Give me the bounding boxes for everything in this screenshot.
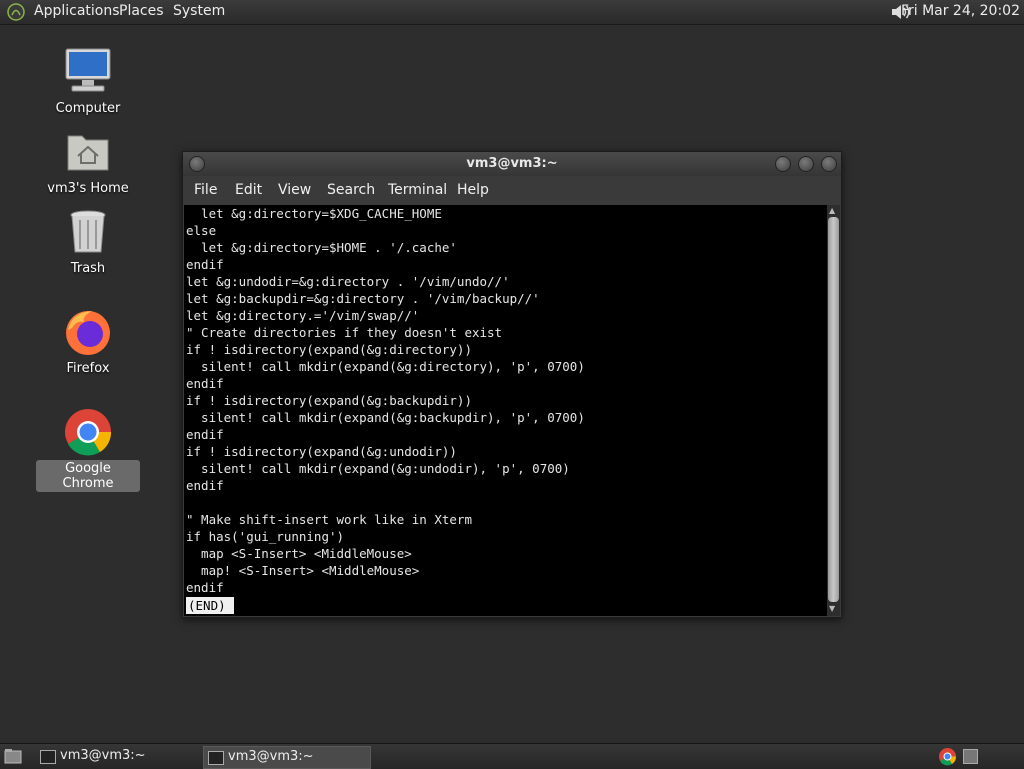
taskbar-item-terminal-1[interactable]: vm3@vm3:~ (36, 746, 196, 767)
menu-help[interactable]: Help (457, 182, 489, 198)
pager-status: (END) (186, 597, 234, 614)
places-menu[interactable]: Places (119, 3, 164, 19)
bottom-panel: vm3@vm3:~ vm3@vm3:~ (0, 743, 1024, 769)
terminal-window[interactable]: vm3@vm3:~ File Edit View Search Terminal… (182, 151, 842, 618)
terminal-icon (208, 751, 224, 765)
desktop-icon-label: Google Chrome (36, 460, 140, 492)
minimize-button[interactable] (775, 156, 791, 172)
menu-terminal[interactable]: Terminal (388, 182, 447, 198)
scroll-down-icon[interactable]: ▼ (829, 604, 835, 613)
tray-chrome-icon[interactable] (938, 747, 957, 766)
terminal-icon (40, 750, 56, 764)
applications-menu[interactable]: Applications (34, 3, 120, 19)
desktop-icon-label: vm3's Home (47, 181, 129, 196)
mate-logo-icon[interactable] (7, 3, 25, 21)
chrome-icon (65, 409, 112, 456)
terminal-menubar: File Edit View Search Terminal Help (183, 176, 841, 205)
system-menu[interactable]: System (173, 3, 225, 19)
firefox-icon (66, 311, 110, 355)
menu-file[interactable]: File (194, 182, 217, 198)
scrollbar-thumb[interactable] (828, 217, 839, 602)
trash-icon (70, 210, 106, 253)
desktop-icon-firefox[interactable]: Firefox (36, 306, 140, 377)
desktop-icon-label: Firefox (66, 361, 110, 376)
task-label: vm3@vm3:~ (60, 748, 146, 763)
desktop-icon-label: Computer (55, 101, 121, 116)
desktop-icon-home[interactable]: vm3's Home (36, 126, 140, 197)
menu-edit[interactable]: Edit (235, 182, 262, 198)
taskbar-item-terminal-2[interactable]: vm3@vm3:~ (203, 746, 371, 769)
scroll-up-icon[interactable]: ▲ (829, 206, 835, 215)
clock[interactable]: Fri Mar 24, 20:02 (901, 3, 1020, 19)
window-titlebar[interactable]: vm3@vm3:~ (183, 152, 841, 176)
window-title: vm3@vm3:~ (466, 156, 558, 171)
desktop-icon-trash[interactable]: Trash (36, 206, 140, 277)
top-panel: Applications Places System Fri Mar 24, 2… (0, 0, 1024, 25)
computer-icon (65, 48, 111, 92)
menu-search[interactable]: Search (327, 182, 375, 198)
home-folder-icon (67, 135, 109, 171)
desktop-icon-computer[interactable]: Computer (36, 46, 140, 117)
scrollbar[interactable]: ▲ ▼ (827, 205, 840, 616)
desktop-icon-label: Trash (70, 261, 106, 276)
workspace-switcher[interactable] (963, 749, 978, 764)
menu-view[interactable]: View (278, 182, 311, 198)
terminal-text: let &g:directory=$XDG_CACHE_HOME else le… (186, 206, 585, 595)
task-label: vm3@vm3:~ (228, 749, 314, 764)
close-button[interactable] (821, 156, 837, 172)
maximize-button[interactable] (798, 156, 814, 172)
terminal-output[interactable]: let &g:directory=$XDG_CACHE_HOME else le… (184, 205, 827, 616)
show-desktop-icon[interactable] (4, 748, 22, 764)
desktop-icon-google-chrome[interactable]: Google Chrome (36, 406, 140, 492)
